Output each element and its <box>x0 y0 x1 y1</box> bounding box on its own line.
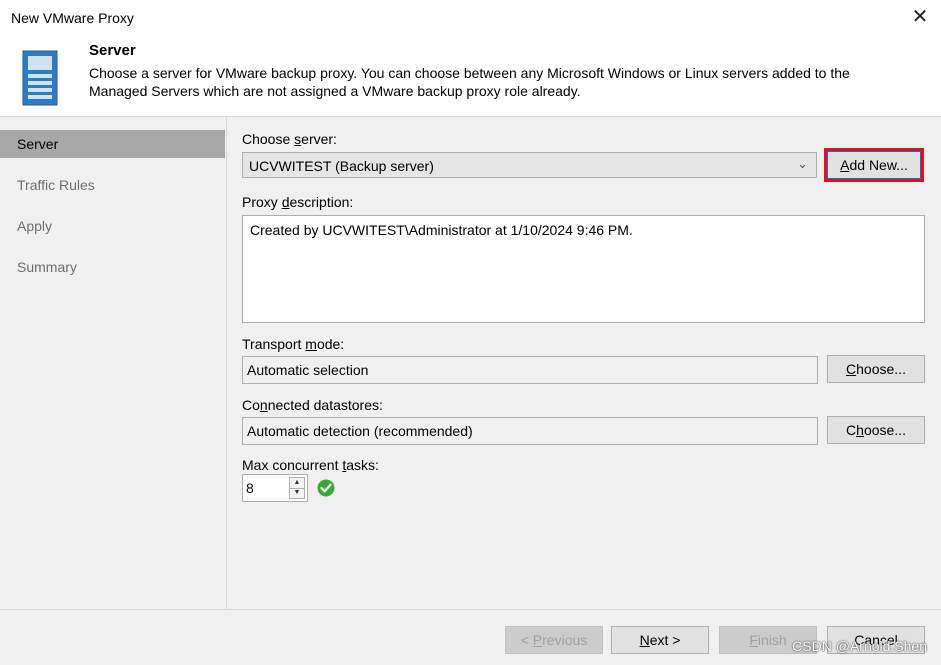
header-description: Choose a server for VMware backup proxy.… <box>89 65 850 99</box>
wizard-header: Server Choose a server for VMware backup… <box>0 34 941 117</box>
connected-datastores-field: Automatic detection (recommended) <box>242 417 818 445</box>
choose-transport-mode-button[interactable]: Choose... <box>827 355 925 383</box>
wizard-steps: Server Traffic Rules Apply Summary <box>0 117 227 609</box>
previous-button[interactable]: < Previous <box>505 626 603 654</box>
transport-mode-field: Automatic selection <box>242 356 818 384</box>
max-tasks-label: Max concurrent tasks: <box>242 457 379 473</box>
proxy-description-input[interactable]: Created by UCVWITEST\Administrator at 1/… <box>242 215 925 323</box>
step-traffic-rules[interactable]: Traffic Rules <box>0 171 225 199</box>
server-select-value: UCVWITEST (Backup server) <box>249 158 434 174</box>
stepper-down-icon[interactable]: ▼ <box>290 488 304 498</box>
stepper-arrows: ▲ ▼ <box>289 477 305 499</box>
close-icon[interactable]: ✕ <box>907 4 933 30</box>
max-tasks-stepper[interactable]: 8 ▲ ▼ <box>242 474 308 502</box>
connected-datastores-label: Connected datastores: <box>242 397 383 413</box>
window-title: New VMware Proxy <box>11 10 134 26</box>
server-icon <box>22 50 58 106</box>
step-server[interactable]: Server <box>0 130 225 158</box>
watermark: CSDN @Arnold.Shen <box>792 638 927 654</box>
step-summary[interactable]: Summary <box>0 253 225 281</box>
server-select[interactable]: UCVWITEST (Backup server) ⌄ <box>242 152 817 178</box>
title-bar: New VMware Proxy ✕ <box>0 0 941 34</box>
wizard-footer: < Previous Next > Finish Cancel <box>0 609 941 665</box>
next-button[interactable]: Next > <box>611 626 709 654</box>
choose-datastores-button[interactable]: Choose... <box>827 416 925 444</box>
wizard-content: Choose server: UCVWITEST (Backup server)… <box>227 117 941 609</box>
max-tasks-value: 8 <box>246 480 254 496</box>
add-new-button[interactable]: Add New... <box>824 148 924 182</box>
checkmark-ok-icon <box>317 479 335 497</box>
step-apply[interactable]: Apply <box>0 212 225 240</box>
header-title: Server <box>89 42 136 59</box>
choose-server-label: Choose server: <box>242 131 337 147</box>
proxy-description-label: Proxy description: <box>242 194 354 210</box>
transport-mode-label: Transport mode: <box>242 336 345 352</box>
chevron-down-icon[interactable]: ⌄ <box>797 156 808 172</box>
